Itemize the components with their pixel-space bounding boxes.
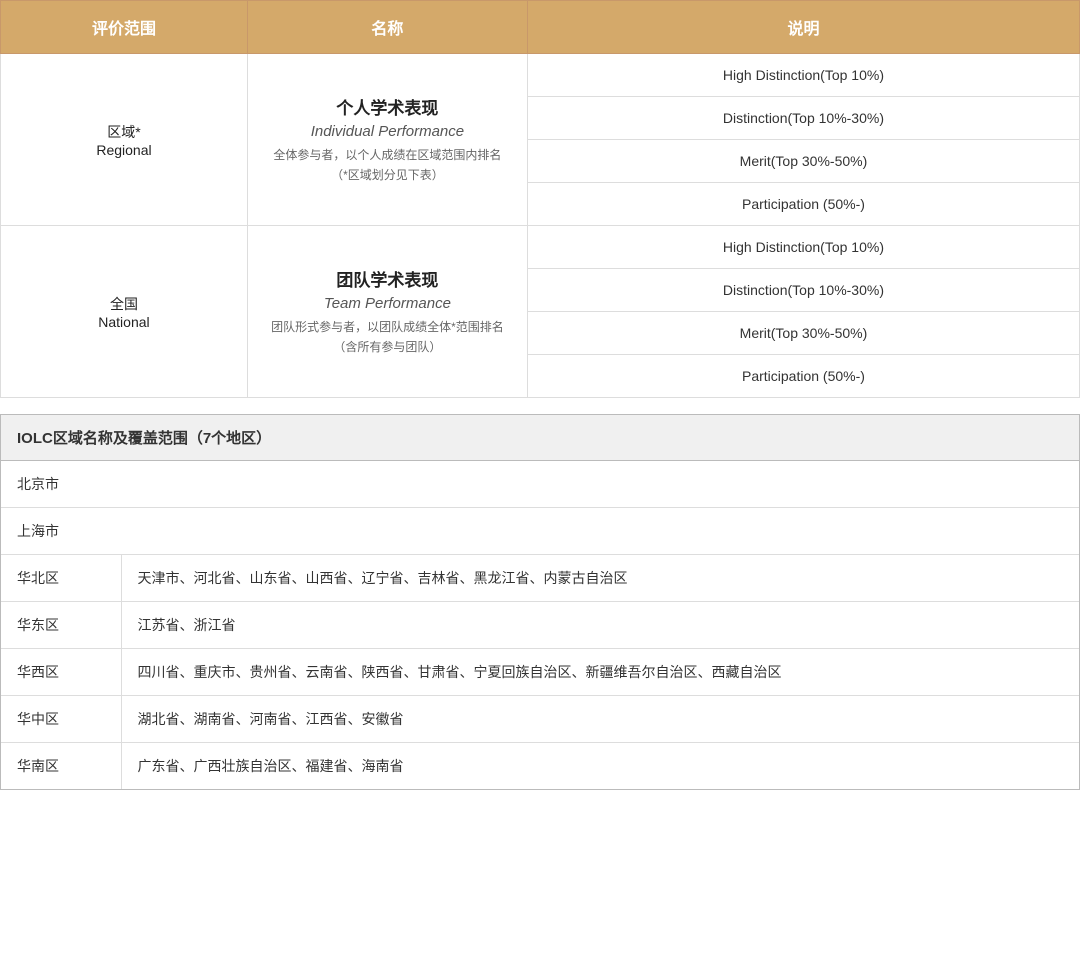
desc-item: Participation (50%-): [542, 189, 1065, 219]
name-en: Team Performance: [262, 295, 513, 312]
region-row: 华西区四川省、重庆市、贵州省、云南省、陕西省、甘肃省、宁夏回族自治区、新疆维吾尔…: [1, 649, 1079, 696]
header-name: 名称: [247, 1, 527, 54]
region-row: 华东区江苏省、浙江省: [1, 602, 1079, 649]
region-standalone: 北京市: [1, 461, 1079, 508]
name-cell: 个人学术表现 Individual Performance 全体参与者，以个人成绩在…: [247, 54, 527, 226]
name-desc: 团队形式参与者，以团队成绩全体*范围排名（含所有参与团队）: [262, 318, 513, 356]
desc-cell: Distinction(Top 10%-30%): [527, 269, 1079, 312]
scope-en: National: [11, 314, 237, 330]
desc-item: High Distinction(Top 10%): [542, 232, 1065, 262]
region-detail: 湖北省、湖南省、河南省、江西省、安徽省: [121, 696, 1079, 743]
region-row: 华南区广东省、广西壮族自治区、福建省、海南省: [1, 743, 1079, 790]
region-name: 华南区: [1, 743, 121, 790]
region-row: 北京市: [1, 461, 1079, 508]
desc-item: Distinction(Top 10%-30%): [542, 103, 1065, 133]
name-zh: 团队学术表现: [262, 266, 513, 291]
region-detail: 天津市、河北省、山东省、山西省、辽宁省、吉林省、黑龙江省、内蒙古自治区: [121, 555, 1079, 602]
header-desc: 说明: [527, 1, 1079, 54]
scope-zh: 全国: [11, 294, 237, 314]
desc-cell: High Distinction(Top 10%): [527, 226, 1079, 269]
name-desc: 全体参与者，以个人成绩在区域范围内排名（*区域划分见下表）: [262, 146, 513, 184]
region-row: 华北区天津市、河北省、山东省、山西省、辽宁省、吉林省、黑龙江省、内蒙古自治区: [1, 555, 1079, 602]
region-table-wrapper: IOLC区域名称及覆盖范围（7个地区） 北京市上海市华北区天津市、河北省、山东省…: [0, 414, 1080, 790]
region-table-header: IOLC区域名称及覆盖范围（7个地区）: [1, 415, 1079, 461]
desc-item: Merit(Top 30%-50%): [542, 318, 1065, 348]
desc-item: Merit(Top 30%-50%): [542, 146, 1065, 176]
name-cell: 团队学术表现 Team Performance 团队形式参与者，以团队成绩全体*范围…: [247, 226, 527, 398]
region-name: 华东区: [1, 602, 121, 649]
desc-cell: Merit(Top 30%-50%): [527, 140, 1079, 183]
region-row: 华中区湖北省、湖南省、河南省、江西省、安徽省: [1, 696, 1079, 743]
scope-cell: 全国National: [1, 226, 248, 398]
region-detail: 四川省、重庆市、贵州省、云南省、陕西省、甘肃省、宁夏回族自治区、新疆维吾尔自治区…: [121, 649, 1079, 696]
region-name: 华西区: [1, 649, 121, 696]
desc-cell: Distinction(Top 10%-30%): [527, 97, 1079, 140]
region-name: 华中区: [1, 696, 121, 743]
region-name: 华北区: [1, 555, 121, 602]
award-row: 全国National团队学术表现Team Performance团队形式参与者，…: [1, 226, 1080, 269]
scope-en: Regional: [11, 142, 237, 158]
award-row: 区域*Regional个人学术表现Individual Performance全…: [1, 54, 1080, 97]
desc-cell: Merit(Top 30%-50%): [527, 312, 1079, 355]
name-zh: 个人学术表现: [262, 94, 513, 119]
desc-item: Participation (50%-): [542, 361, 1065, 391]
region-table: 北京市上海市华北区天津市、河北省、山东省、山西省、辽宁省、吉林省、黑龙江省、内蒙…: [1, 461, 1079, 789]
scope-cell: 区域*Regional: [1, 54, 248, 226]
header-scope: 评价范围: [1, 1, 248, 54]
region-detail: 广东省、广西壮族自治区、福建省、海南省: [121, 743, 1079, 790]
scope-zh: 区域*: [11, 122, 237, 142]
desc-cell: Participation (50%-): [527, 183, 1079, 226]
region-standalone: 上海市: [1, 508, 1079, 555]
desc-item: Distinction(Top 10%-30%): [542, 275, 1065, 305]
region-row: 上海市: [1, 508, 1079, 555]
desc-item: High Distinction(Top 10%): [542, 60, 1065, 90]
region-detail: 江苏省、浙江省: [121, 602, 1079, 649]
award-table: 评价范围 名称 说明 区域*Regional个人学术表现Individual P…: [0, 0, 1080, 398]
desc-cell: High Distinction(Top 10%): [527, 54, 1079, 97]
name-en: Individual Performance: [262, 123, 513, 140]
desc-cell: Participation (50%-): [527, 355, 1079, 398]
